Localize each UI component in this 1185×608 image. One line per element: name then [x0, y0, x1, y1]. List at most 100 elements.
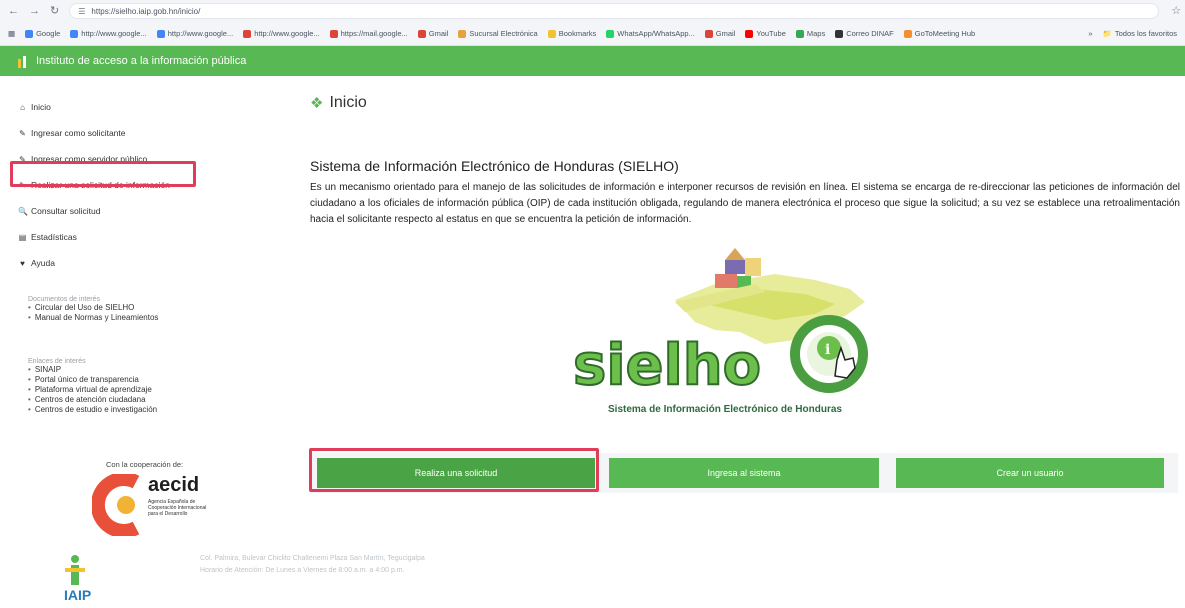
sidebar-item-estadisticas[interactable]: ▤ Estadísticas [18, 224, 170, 250]
main-content: ❖ Inicio Sistema de Información Electrón… [200, 76, 1185, 608]
sielho-logo-word: sielho [573, 333, 761, 398]
all-bookmarks[interactable]: 📁 Todos los favoritos [1103, 29, 1177, 38]
bookmark-label: http://www.google... [254, 29, 320, 38]
bookmark-label: Correo DINAF [846, 29, 894, 38]
bookmark-item[interactable]: Correo DINAF [835, 29, 894, 38]
interest-link[interactable]: SINAIP [28, 365, 157, 375]
iaip-word: IAIP [64, 587, 92, 603]
document-link-label: Manual de Normas y Lineamientos [34, 313, 159, 322]
links-title: Enlaces de interés [28, 358, 86, 365]
sidebar-item-label: Ayuda [31, 258, 55, 268]
interest-link-label: Plataforma virtual de aprendizaje [34, 385, 152, 394]
login-button[interactable]: Ingresa al sistema [609, 458, 879, 488]
sidebar-item-label: Ingresar como solicitante [31, 128, 126, 138]
logo-caption: Sistema de Información Electrónico de Ho… [608, 404, 842, 415]
all-bookmarks-label: Todos los favoritos [1114, 29, 1177, 38]
bookmark-favicon-icon [547, 29, 556, 38]
url-text: https://sielho.iaip.gob.hn/inicio/ [91, 6, 201, 16]
document-link[interactable]: Manual de Normas y Lineamientos [28, 313, 159, 323]
bookmark-label: https://mail.google... [340, 29, 408, 38]
create-user-button[interactable]: Crear un usuario [896, 458, 1164, 488]
documents-section: Documentos de interés Circular del Uso d… [28, 296, 158, 323]
bookmark-label: Gmail [715, 29, 736, 38]
home-icon: ⌂ [20, 102, 25, 112]
bookmark-favicon-icon [329, 29, 338, 38]
bookmark-label: Maps [806, 29, 826, 38]
sielho-logo-graphic: i sielho [572, 248, 868, 399]
aecid-c-icon [90, 472, 140, 538]
interest-link[interactable]: Plataforma virtual de aprendizaje [28, 385, 157, 395]
heart-icon: ♥ [20, 258, 25, 268]
system-description: Es un mecanismo orientado para el manejo… [310, 182, 1180, 225]
search-icon: 🔍 [18, 206, 28, 216]
sidebar: ⌂ Inicio ✎ Ingresar como solicitante ✎ I… [0, 76, 206, 608]
interest-link[interactable]: Centros de atención ciudadana [28, 395, 157, 405]
bookmark-item[interactable]: YouTube [745, 29, 786, 38]
star-icon[interactable]: ☆ [1169, 4, 1183, 18]
bookmark-favicon-icon [835, 29, 844, 38]
interest-link[interactable]: Centros de estudio e investigación [28, 405, 157, 415]
footer-address: Col. Palmira, Bulevar Chiclito Chaltenem… [200, 555, 425, 562]
bookmark-item[interactable]: Sucursal Electrónica [458, 29, 538, 38]
aecid-subtitle: Agencia Española de Cooperación Internac… [148, 499, 207, 517]
forward-icon[interactable]: → [29, 4, 40, 18]
bookmark-item[interactable]: Bookmarks [547, 29, 596, 38]
bookmark-label: Sucursal Electrónica [469, 29, 538, 38]
bookmark-favicon-icon [606, 29, 615, 38]
bookmark-item[interactable]: GoToMeeting Hub [903, 29, 976, 38]
reload-icon[interactable]: ↻ [50, 4, 59, 18]
edit-icon: ✎ [19, 128, 26, 138]
interest-link[interactable]: Portal único de transparencia [28, 375, 157, 385]
bookmark-favicon-icon [243, 29, 252, 38]
bookmark-label: WhatsApp/WhatsApp... [617, 29, 695, 38]
bookmark-label: GoToMeeting Hub [914, 29, 976, 38]
site-title: Instituto de acceso a la información púb… [36, 55, 247, 67]
bookmark-item[interactable]: WhatsApp/WhatsApp... [606, 29, 695, 38]
bookmark-favicon-icon [25, 29, 34, 38]
iaip-logo[interactable]: IAIP [60, 554, 120, 608]
url-field[interactable]: ☰ https://sielho.iaip.gob.hn/inicio/ [69, 3, 1160, 19]
interest-link-label: SINAIP [34, 365, 62, 374]
browser-address-bar: ← → ↻ ☰ https://sielho.iaip.gob.hn/inici… [0, 0, 1185, 22]
page-title: ❖ Inicio [310, 94, 367, 112]
apps-icon[interactable]: ▦ [8, 29, 15, 38]
bookmark-favicon-icon [156, 29, 165, 38]
bookmark-favicon-icon [745, 29, 754, 38]
bookmark-favicon-icon [70, 29, 79, 38]
bookmark-label: YouTube [756, 29, 786, 38]
sidebar-item-label: Consultar solicitud [31, 206, 101, 216]
bookmark-favicon-icon [417, 29, 426, 38]
bookmark-item[interactable]: Gmail [704, 29, 736, 38]
cooperation-label: Con la cooperación de: [106, 460, 184, 469]
bookmark-label: Google [36, 29, 61, 38]
sidebar-item-solicitante[interactable]: ✎ Ingresar como solicitante [18, 120, 170, 146]
bookmark-item[interactable]: Gmail [417, 29, 448, 38]
footer-hours: Horario de Atención: De Lunes a Viernes … [200, 567, 405, 574]
site-info-icon[interactable]: ☰ [78, 7, 85, 16]
bookmark-item[interactable]: Google [25, 29, 60, 38]
bookmark-item[interactable]: http://www.google... [243, 29, 320, 38]
sidebar-item-consultar[interactable]: 🔍 Consultar solicitud [18, 198, 170, 224]
system-title: Sistema de Información Electrónico de Ho… [310, 158, 679, 174]
site-header: Instituto de acceso a la información púb… [0, 46, 1185, 76]
highlight-box-sidebar [10, 161, 196, 187]
document-link-label: Circular del Uso de SIELHO [34, 303, 135, 312]
sidebar-item-label: Inicio [31, 102, 51, 112]
sielho-logo: i sielho Sistema de Información Electrón… [565, 244, 905, 429]
sidebar-item-inicio[interactable]: ⌂ Inicio [18, 94, 170, 120]
links-section: Enlaces de interés SINAIP Portal único d… [28, 358, 157, 415]
chart-icon: ▤ [18, 232, 27, 242]
bookmark-item[interactable]: http://www.google... [156, 29, 233, 38]
bookmark-item[interactable]: http://www.google... [70, 29, 147, 38]
back-icon[interactable]: ← [8, 4, 19, 18]
sidebar-item-label: Estadísticas [31, 232, 77, 242]
bookmark-label: http://www.google... [81, 29, 147, 38]
aecid-word: aecid [148, 474, 200, 496]
document-link[interactable]: Circular del Uso de SIELHO [28, 303, 158, 313]
sidebar-item-ayuda[interactable]: ♥ Ayuda [18, 250, 170, 276]
bookmark-item[interactable]: Maps [795, 29, 826, 38]
bookmark-item[interactable]: https://mail.google... [329, 29, 408, 38]
iaip-figure-icon [65, 555, 85, 585]
aecid-logo[interactable]: aecid Agencia Española de Cooperación In… [90, 472, 206, 544]
more-bookmarks-icon[interactable]: » [1088, 29, 1092, 38]
